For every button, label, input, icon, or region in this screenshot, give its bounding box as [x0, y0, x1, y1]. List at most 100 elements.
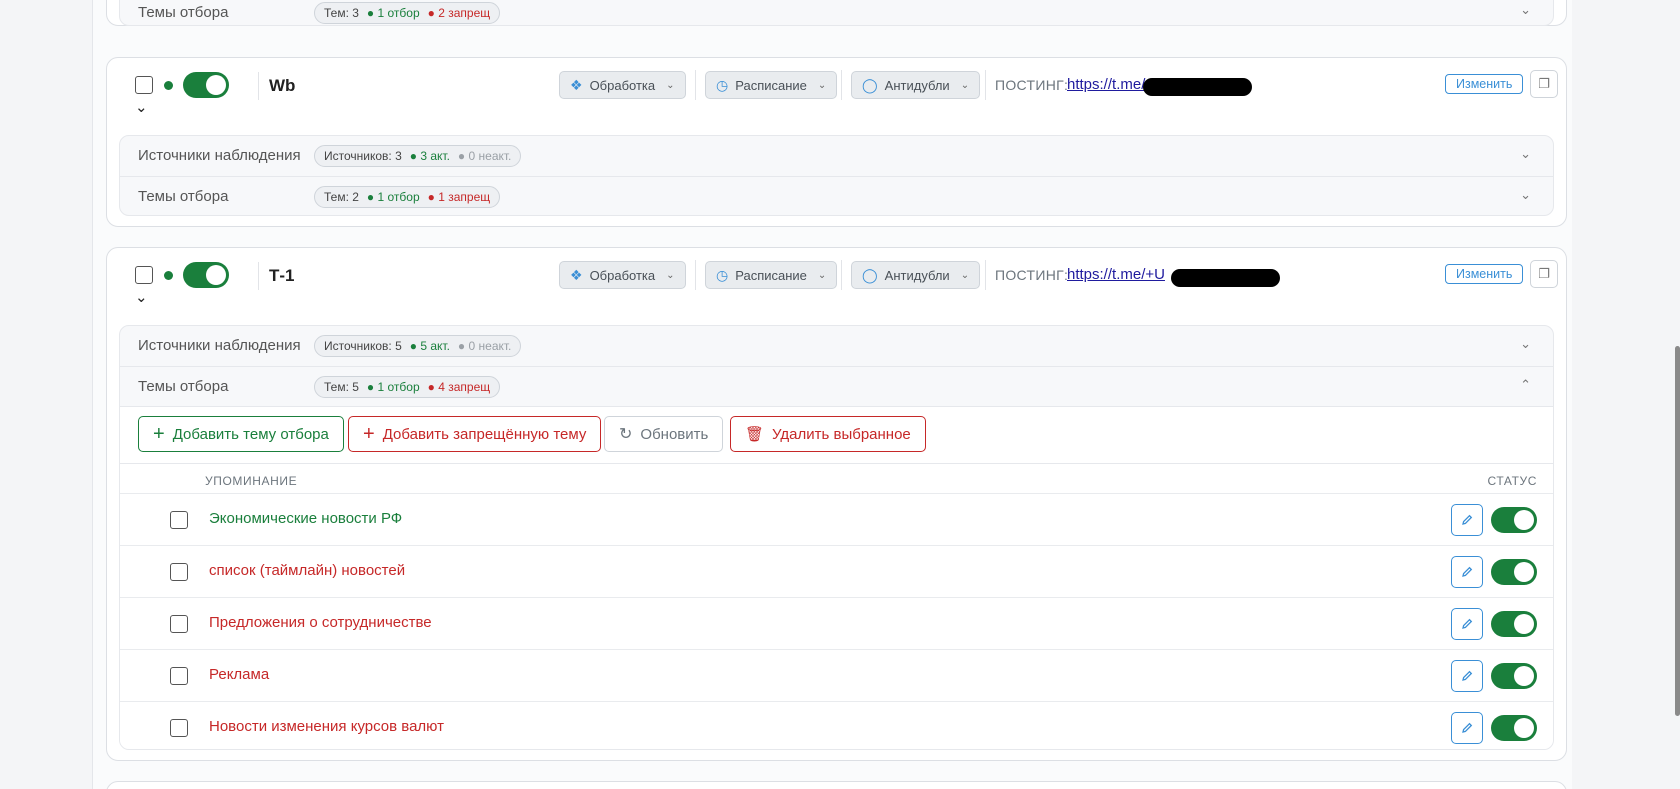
- posting-link[interactable]: https://t.me/: [1067, 76, 1145, 93]
- chevron-down-icon: ⌄: [817, 269, 827, 281]
- pencil-icon[interactable]: [1451, 504, 1483, 536]
- processing-label: Обработка: [589, 77, 656, 93]
- chevron-down-icon[interactable]: ⌄: [135, 98, 148, 116]
- topics-row[interactable]: Темы отбора Тем: 5 ● 1 отбор ● 4 запрещ …: [120, 366, 1553, 406]
- processing-button[interactable]: ❖ Обработка ⌄: [559, 261, 686, 289]
- channel-header: ⌄ Wb ❖ Обработка ⌄ ◷ Расписание ⌄ ◯ Анти…: [107, 58, 1566, 134]
- schedule-label: Расписание: [735, 77, 807, 93]
- divider: [120, 463, 1553, 464]
- topic-text: Предложения о сотрудничестве: [209, 614, 432, 631]
- topics-selected: ● 1 отбор: [366, 190, 420, 204]
- channel-subsections: Источники наблюдения Источников: 3 ● 3 а…: [119, 135, 1554, 216]
- scrollbar[interactable]: [1675, 346, 1680, 716]
- row-checkbox[interactable]: [170, 511, 188, 529]
- topic-toggle[interactable]: [1491, 715, 1537, 741]
- processing-button[interactable]: ❖ Обработка ⌄: [559, 71, 686, 99]
- sources-active: ● 5 акт.: [409, 339, 450, 353]
- sources-row[interactable]: Источники наблюдения Источников: 3 ● 3 а…: [120, 136, 1553, 176]
- redaction: [1143, 78, 1252, 96]
- channel-subsections: Источники наблюдения Источников: 5 ● 5 а…: [119, 325, 1554, 750]
- chevron-down-icon[interactable]: ⌄: [1520, 2, 1531, 18]
- antidup-button[interactable]: ◯ Антидубли ⌄: [851, 71, 981, 99]
- chevron-down-icon[interactable]: ⌄: [1520, 336, 1531, 352]
- chevron-down-icon: ⌄: [817, 79, 827, 91]
- table-row: Реклама: [120, 649, 1553, 701]
- channel-checkbox[interactable]: [135, 76, 153, 94]
- table-row: список (таймлайн) новостей: [120, 545, 1553, 597]
- processing-label: Обработка: [589, 267, 656, 283]
- schedule-button[interactable]: ◷ Расписание ⌄: [705, 261, 838, 289]
- channel-toggle[interactable]: [183, 72, 229, 98]
- topic-toggle[interactable]: [1491, 663, 1537, 689]
- clock-icon: ◷: [716, 266, 729, 283]
- divider: [985, 260, 986, 290]
- topics-row[interactable]: Темы отбора Тем: 3 ● 1 отбор ● 2 запрещ …: [119, 0, 1554, 26]
- copy-icon[interactable]: ❐: [1530, 70, 1558, 98]
- sources-count: Источников: 3: [324, 149, 402, 163]
- add-topic-button[interactable]: + Добавить тему отбора: [138, 416, 344, 452]
- add-forbidden-button[interactable]: + Добавить запрещённую тему: [348, 416, 602, 452]
- topics-selected: ● 1 отбор: [366, 6, 420, 20]
- topic-text: Новости изменения курсов валют: [209, 718, 444, 735]
- row-checkbox[interactable]: [170, 719, 188, 737]
- topics-badge: Тем: 3 ● 1 отбор ● 2 запрещ: [314, 2, 501, 24]
- edit-button[interactable]: Изменить: [1445, 264, 1524, 284]
- refresh-button[interactable]: ↻ Обновить: [604, 416, 724, 452]
- chevron-up-icon[interactable]: ⌃: [1520, 377, 1531, 393]
- channel-header: ⌄ Т-1 ❖ Обработка ⌄ ◷ Расписание ⌄ ◯ Ант…: [107, 248, 1566, 324]
- channel-checkbox[interactable]: [135, 266, 153, 284]
- pencil-icon[interactable]: [1451, 712, 1483, 744]
- delete-selected-button[interactable]: 🗑 Удалить выбранное: [730, 416, 926, 452]
- divider: [258, 262, 259, 290]
- posting-link[interactable]: https://t.me/+U: [1067, 266, 1165, 283]
- trash-icon: 🗑: [745, 426, 765, 443]
- divider: [258, 72, 259, 100]
- sources-row[interactable]: Источники наблюдения Источников: 5 ● 5 а…: [120, 326, 1553, 366]
- topics-forbidden: ● 2 запрещ: [427, 6, 491, 20]
- topics-badge: Тем: 2 ● 1 отбор ● 1 запрещ: [314, 186, 501, 208]
- schedule-label: Расписание: [735, 267, 807, 283]
- antidup-icon: ◯: [862, 266, 878, 283]
- topic-toggle[interactable]: [1491, 507, 1537, 533]
- redaction: [1171, 269, 1280, 287]
- topic-toggle[interactable]: [1491, 559, 1537, 585]
- channel-card-next: [106, 781, 1567, 789]
- row-checkbox[interactable]: [170, 615, 188, 633]
- chevron-down-icon: ⌄: [960, 269, 970, 281]
- row-checkbox[interactable]: [170, 563, 188, 581]
- channel-card-wb: ⌄ Wb ❖ Обработка ⌄ ◷ Расписание ⌄ ◯ Анти…: [106, 57, 1567, 227]
- chevron-down-icon[interactable]: ⌄: [135, 288, 148, 306]
- antidup-label: Антидубли: [884, 267, 950, 283]
- processing-icon: ❖: [570, 266, 583, 283]
- chevron-down-icon[interactable]: ⌄: [1520, 146, 1531, 162]
- topics-panel: + Добавить тему отбора + Добавить запрещ…: [120, 406, 1553, 749]
- pencil-icon[interactable]: [1451, 608, 1483, 640]
- schedule-button[interactable]: ◷ Расписание ⌄: [705, 71, 838, 99]
- channel-toggle[interactable]: [183, 262, 229, 288]
- pencil-icon[interactable]: [1451, 556, 1483, 588]
- topic-toggle[interactable]: [1491, 611, 1537, 637]
- column-status: СТАТУС: [1487, 474, 1537, 488]
- antidup-button[interactable]: ◯ Антидубли ⌄: [851, 261, 981, 289]
- posting-label: ПОСТИНГ:: [995, 77, 1069, 93]
- sources-label: Источники наблюдения: [138, 147, 301, 164]
- chevron-down-icon: ⌄: [666, 79, 675, 91]
- pencil-icon[interactable]: [1451, 660, 1483, 692]
- plus-icon: +: [153, 423, 165, 445]
- chevron-down-icon[interactable]: ⌄: [1520, 187, 1531, 203]
- channel-name: Т-1: [269, 266, 295, 285]
- row-checkbox[interactable]: [170, 667, 188, 685]
- table-row: Экономические новости РФ: [120, 493, 1553, 545]
- topic-text: Экономические новости РФ: [209, 510, 403, 527]
- topics-row[interactable]: Темы отбора Тем: 2 ● 1 отбор ● 1 запрещ …: [120, 176, 1553, 215]
- topics-selected: ● 1 отбор: [366, 380, 420, 394]
- topics-forbidden: ● 1 запрещ: [427, 190, 491, 204]
- topics-count: Тем: 5: [324, 380, 359, 394]
- topics-count: Тем: 3: [324, 6, 359, 20]
- sources-inactive: ● 0 неакт.: [457, 339, 512, 353]
- plus-icon: +: [363, 423, 375, 445]
- edit-button[interactable]: Изменить: [1445, 74, 1524, 94]
- divider: [841, 70, 842, 100]
- antidup-icon: ◯: [862, 76, 878, 93]
- copy-icon[interactable]: ❐: [1530, 260, 1558, 288]
